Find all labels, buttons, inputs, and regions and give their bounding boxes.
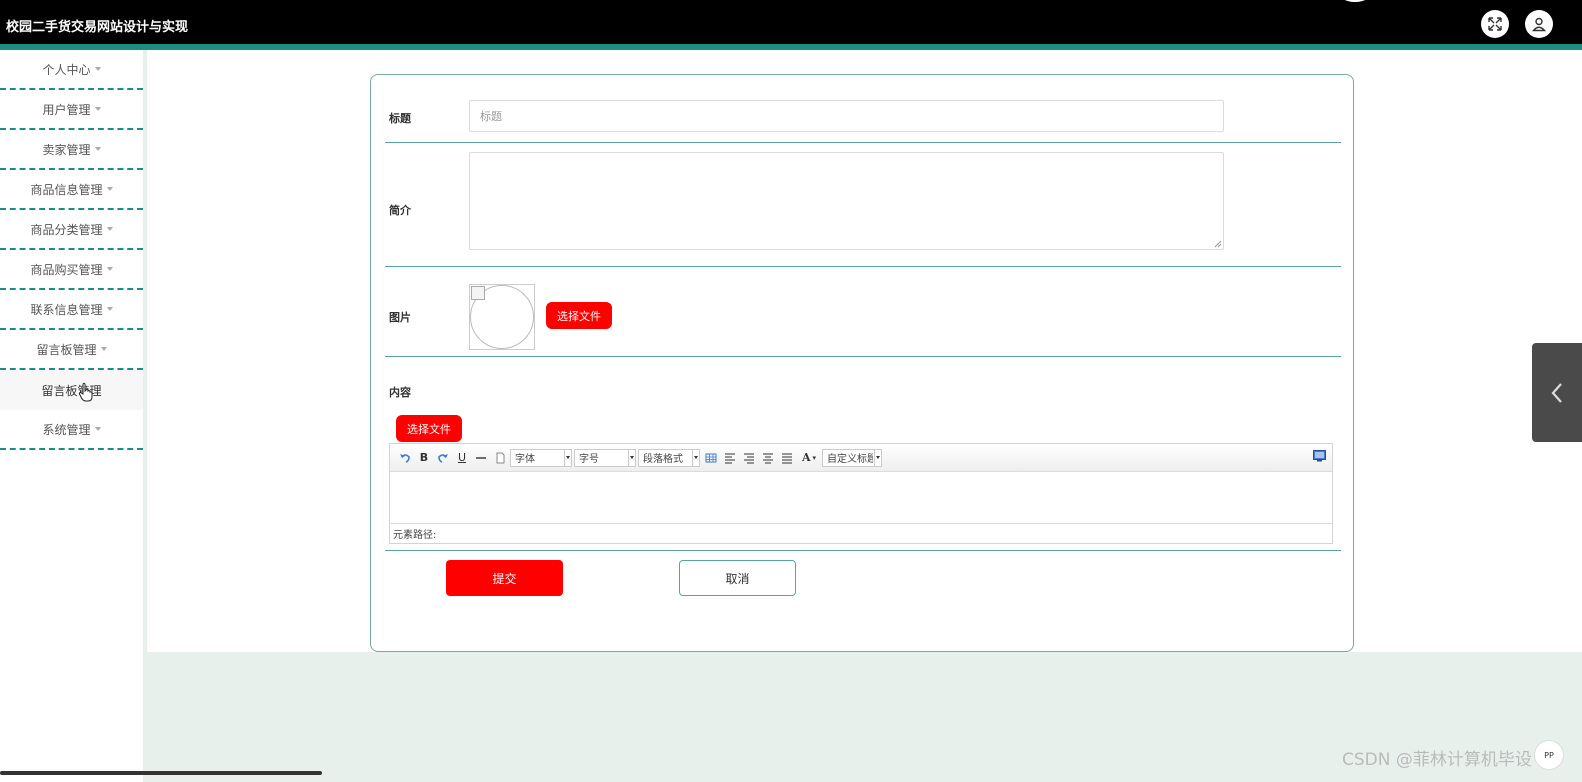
sidebar-item-label: 商品分类管理: [30, 222, 103, 237]
paragraph-value: 段落格式: [643, 454, 683, 465]
chevron-left-icon: [1551, 382, 1562, 403]
sidebar-item-product-purchase[interactable]: 商品购买管理: [0, 250, 143, 290]
font-size-select[interactable]: 字号: [574, 448, 636, 467]
bold-icon[interactable]: B: [415, 449, 433, 467]
sidebar-item-user-management[interactable]: 用户管理: [0, 90, 143, 130]
redo-icon[interactable]: [434, 449, 452, 467]
sidebar-item-label: 留言板管理: [36, 342, 97, 357]
submit-button[interactable]: 提交: [446, 560, 563, 596]
table-icon[interactable]: [702, 449, 720, 467]
title-label: 标题: [389, 112, 411, 125]
title-input[interactable]: 标题: [469, 100, 1224, 132]
choose-file-label-2: 选择文件: [407, 422, 451, 436]
editor-toolbar: B U 字体 字号 段落格式 A ▾ 自定义标题: [390, 444, 1332, 472]
choose-file-label: 选择文件: [557, 309, 601, 323]
align-left-icon[interactable]: [721, 449, 739, 467]
resize-handle-icon[interactable]: [1214, 240, 1222, 248]
caret-down-icon: [100, 347, 107, 351]
dropdown-arrow-icon: [692, 449, 699, 466]
horizontal-rule-icon[interactable]: [472, 449, 490, 467]
custom-title-select[interactable]: 自定义标题: [822, 448, 882, 467]
sidebar-item-seller-management[interactable]: 卖家管理: [0, 130, 143, 170]
image-preview: [469, 284, 535, 350]
font-family-value: 字体: [515, 454, 535, 465]
caret-down-icon: [106, 307, 113, 311]
image-row: 图片 选择文件: [385, 267, 1341, 357]
sidebar-item-product-category[interactable]: 商品分类管理: [0, 210, 143, 250]
sidebar-item-label: 商品购买管理: [30, 262, 103, 277]
undo-icon[interactable]: [396, 449, 414, 467]
top-bar: 校园二手货交易网站设计与实现: [0, 0, 1582, 44]
sidebar-item-label: 系统管理: [42, 422, 91, 437]
align-justify-icon[interactable]: [778, 449, 796, 467]
align-center-icon[interactable]: [759, 449, 777, 467]
intro-row: 简介: [385, 143, 1341, 267]
choose-content-file-button[interactable]: 选择文件: [396, 415, 462, 442]
title-row: 标题 标题: [385, 75, 1341, 143]
editor-divider: [385, 550, 1341, 551]
editor-element-path: 元素路径:: [390, 523, 1332, 543]
underline-icon[interactable]: U: [453, 449, 471, 467]
app-title: 校园二手货交易网站设计与实现: [6, 20, 189, 35]
sidebar-item-contact-info[interactable]: 联系信息管理: [0, 290, 143, 330]
sidebar-item-label: 卖家管理: [42, 142, 91, 157]
monitor-icon[interactable]: [1313, 450, 1326, 462]
cancel-label: 取消: [725, 571, 750, 586]
custom-title-value: 自定义标题: [827, 454, 873, 465]
form-card: 标题 标题 简介 图片 选择文件 内容 选择文件 B U 字体 字号 段落格式 …: [370, 74, 1354, 652]
content-label: 内容: [389, 386, 411, 399]
caret-down-icon: [94, 427, 101, 431]
font-family-select[interactable]: 字体: [510, 448, 572, 467]
watermark: CSDN @菲林计算机毕设: [1342, 750, 1532, 770]
corner-badge[interactable]: PP: [1534, 740, 1564, 770]
font-color-icon[interactable]: A ▾: [797, 449, 821, 467]
sidebar-item-label: 个人中心: [42, 62, 91, 77]
main-content: 标题 标题 简介 图片 选择文件 内容 选择文件 B U 字体 字号 段落格式 …: [147, 50, 1582, 652]
intro-label: 简介: [389, 204, 411, 217]
intro-textarea[interactable]: [469, 152, 1224, 250]
partial-avatar-circle: [1338, 0, 1372, 2]
font-size-value: 字号: [579, 454, 599, 465]
choose-image-file-button[interactable]: 选择文件: [546, 302, 612, 329]
side-collapse-tab[interactable]: [1532, 343, 1582, 442]
paragraph-format-select[interactable]: 段落格式: [638, 448, 700, 467]
user-button[interactable]: [1525, 10, 1553, 38]
user-icon: [1531, 17, 1547, 32]
dropdown-arrow-icon: [628, 449, 635, 466]
sidebar-item-label: 用户管理: [42, 102, 91, 117]
submit-label: 提交: [492, 571, 517, 586]
caret-down-icon: [94, 147, 101, 151]
document-icon[interactable]: [491, 449, 509, 467]
dropdown-arrow-icon: [874, 449, 881, 466]
sidebar-item-product-info[interactable]: 商品信息管理: [0, 170, 143, 210]
corner-badge-label: PP: [1544, 750, 1554, 760]
editor-body[interactable]: [390, 472, 1332, 523]
sidebar-item-system-management[interactable]: 系统管理: [0, 410, 143, 450]
hand-cursor-icon: [78, 382, 93, 402]
sidebar-subitem-message-board[interactable]: 留言板管理: [0, 370, 143, 410]
title-placeholder: 标题: [480, 110, 502, 123]
caret-down-icon: [94, 67, 101, 71]
broken-image-icon: [471, 286, 485, 300]
horizontal-scrollbar[interactable]: [0, 771, 322, 775]
rich-text-editor: B U 字体 字号 段落格式 A ▾ 自定义标题 元素路径:: [389, 443, 1333, 544]
caret-down-icon: [94, 107, 101, 111]
sidebar-item-message-board[interactable]: 留言板管理: [0, 330, 143, 370]
caret-down-icon: [106, 267, 113, 271]
sidebar: 个人中心 用户管理 卖家管理 商品信息管理 商品分类管理 商品购买管理 联系信息…: [0, 50, 143, 782]
fullscreen-button[interactable]: [1481, 10, 1509, 38]
caret-down-icon: [106, 187, 113, 191]
expand-icon: [1488, 17, 1502, 31]
cancel-button[interactable]: 取消: [679, 560, 796, 596]
sidebar-item-label: 联系信息管理: [30, 302, 103, 317]
dropdown-arrow-icon: [564, 449, 571, 466]
align-right-icon[interactable]: [740, 449, 758, 467]
sidebar-item-label: 商品信息管理: [30, 182, 103, 197]
caret-down-icon: [106, 227, 113, 231]
image-label: 图片: [389, 311, 411, 324]
sidebar-item-personal-center[interactable]: 个人中心: [0, 50, 143, 90]
